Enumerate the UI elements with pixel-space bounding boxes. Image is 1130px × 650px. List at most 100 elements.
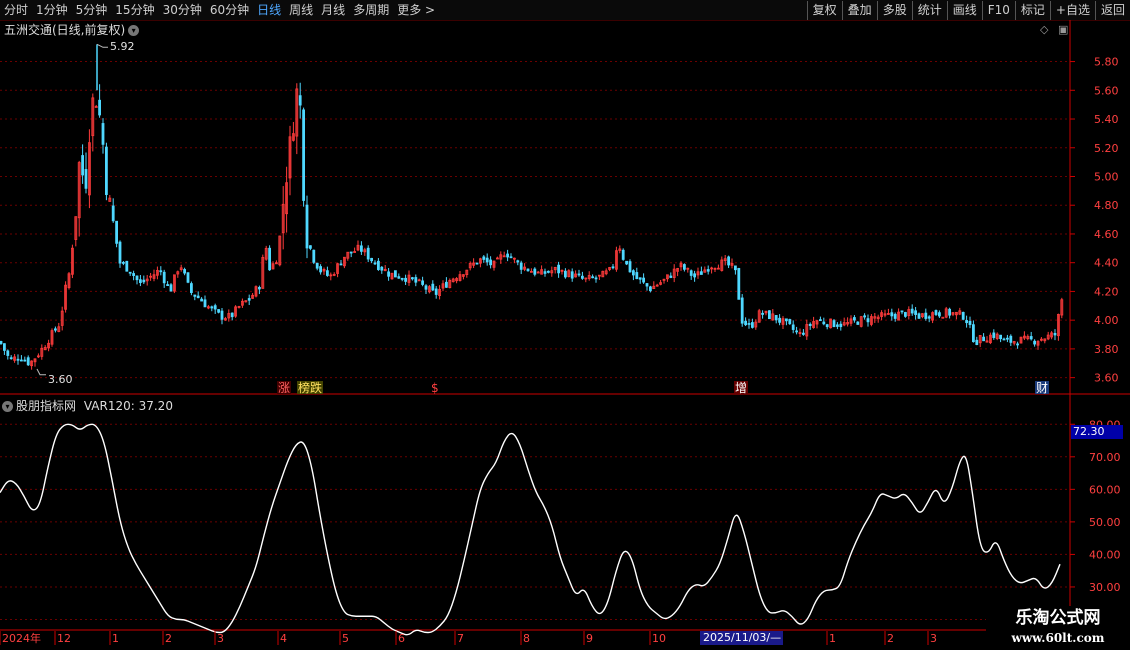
sub-grid <box>0 423 1070 620</box>
event-marker: 涨 <box>278 380 290 395</box>
candle-body <box>298 95 302 106</box>
candle-body <box>162 271 166 284</box>
candle-body <box>387 271 391 277</box>
main-y-axis: 3.60 3.80 4.00 4.20 4.40 4.60 4.80 5.00 5.20 5.40… <box>0 20 1130 631</box>
chevron-down-icon[interactable]: ▾ <box>2 401 13 412</box>
candle-body <box>751 322 754 328</box>
candle-body <box>621 249 625 260</box>
candle-body <box>706 269 710 272</box>
low-pointer <box>36 368 46 376</box>
y-tick-label: 70.00 <box>1089 451 1121 464</box>
candle-body <box>421 280 425 285</box>
y-tick-label: 30.00 <box>1089 581 1121 594</box>
candle-body <box>904 312 907 317</box>
candle-body <box>339 263 343 266</box>
candle-body <box>910 308 914 314</box>
event-markers: 涨榜跌 $ 增 财 <box>277 380 1049 395</box>
candle-body <box>890 312 894 317</box>
candle-body <box>802 332 805 335</box>
candle-body <box>1053 333 1057 336</box>
candle-body <box>611 266 615 269</box>
candle-body <box>414 277 418 283</box>
candle-body <box>19 359 23 362</box>
candle-body <box>489 259 493 266</box>
candle-body <box>972 324 975 343</box>
candle-body <box>734 265 737 271</box>
candle-body <box>924 312 928 319</box>
candle-body <box>444 281 448 288</box>
candle-body <box>853 317 856 321</box>
candle-body <box>900 310 904 313</box>
candle-body <box>526 268 530 272</box>
candle-body <box>669 275 673 278</box>
candle-body <box>700 271 703 275</box>
candle-body <box>543 271 547 274</box>
date-label: 1 <box>112 632 119 645</box>
candle-body <box>376 260 380 270</box>
candle-body <box>519 262 523 270</box>
candle-body <box>302 109 306 201</box>
indicator-value: VAR120: 37.20 <box>83 399 173 413</box>
candle-body <box>934 310 938 315</box>
candle-body <box>118 241 122 264</box>
watermark-title: 乐淘公式网 <box>1015 608 1101 628</box>
candle-body <box>893 313 897 319</box>
candle-body <box>325 270 329 276</box>
candle-body <box>111 205 115 222</box>
sub-y-axis: 20.0030.0040.0050.0060.0070.0080.00 <box>1070 418 1121 626</box>
y-tick-label: 3.80 <box>1094 343 1119 356</box>
candle-body <box>1009 335 1013 343</box>
candle-body <box>220 310 224 320</box>
candle-body <box>169 284 173 292</box>
high-pointer <box>96 43 108 48</box>
candle-body <box>16 358 20 361</box>
candle-body <box>822 321 826 325</box>
event-marker: $ <box>431 381 439 395</box>
candle-body <box>1006 337 1009 340</box>
candle-body <box>431 283 435 291</box>
candle-body <box>975 339 979 346</box>
candle-body <box>373 262 377 265</box>
date-label: 4 <box>280 632 287 645</box>
main-grid <box>0 61 1070 379</box>
y-tick-label: 5.00 <box>1094 170 1119 183</box>
candle-body <box>774 315 778 321</box>
indicator-name: 股朋指标网 <box>16 399 77 413</box>
y-tick-label: 60.00 <box>1089 483 1121 496</box>
candle-body <box>506 253 510 258</box>
candle-body <box>570 271 574 279</box>
candle-body <box>142 279 146 283</box>
event-marker: 财 <box>1036 381 1048 395</box>
candle-body <box>737 268 741 300</box>
candle-body <box>434 288 438 295</box>
candle-body <box>475 262 479 265</box>
candle-body <box>6 350 10 356</box>
date-label: 3 <box>930 632 937 645</box>
candle-body <box>836 324 839 327</box>
candle-body <box>247 298 251 301</box>
candle-body <box>689 270 693 276</box>
candle-body <box>159 270 163 273</box>
y-tick-label: 5.40 <box>1094 113 1119 126</box>
candle-body <box>366 247 370 260</box>
y-tick-label: 4.60 <box>1094 228 1119 241</box>
candle-body <box>961 311 965 320</box>
candle-body <box>1002 338 1006 341</box>
candle-body <box>747 323 751 325</box>
candle-body <box>509 256 513 259</box>
candle-body <box>632 270 635 276</box>
candle-body <box>105 146 108 195</box>
candle-body <box>132 273 136 276</box>
candle-body <box>166 284 170 286</box>
candle-body <box>778 317 781 323</box>
indicator-line-layer <box>0 423 1061 636</box>
candle-body <box>785 318 788 322</box>
candle-body <box>183 269 187 274</box>
candle-body <box>516 260 520 263</box>
chart-canvas: 3.60 3.80 4.00 4.20 4.40 4.60 4.80 5.00 5.20 5.40… <box>0 20 1130 645</box>
candle-body <box>1029 336 1033 340</box>
candle-body <box>914 310 917 315</box>
event-marker: 增 <box>735 381 747 395</box>
y-tick-label: 4.80 <box>1094 199 1119 212</box>
candle-body <box>683 264 686 270</box>
